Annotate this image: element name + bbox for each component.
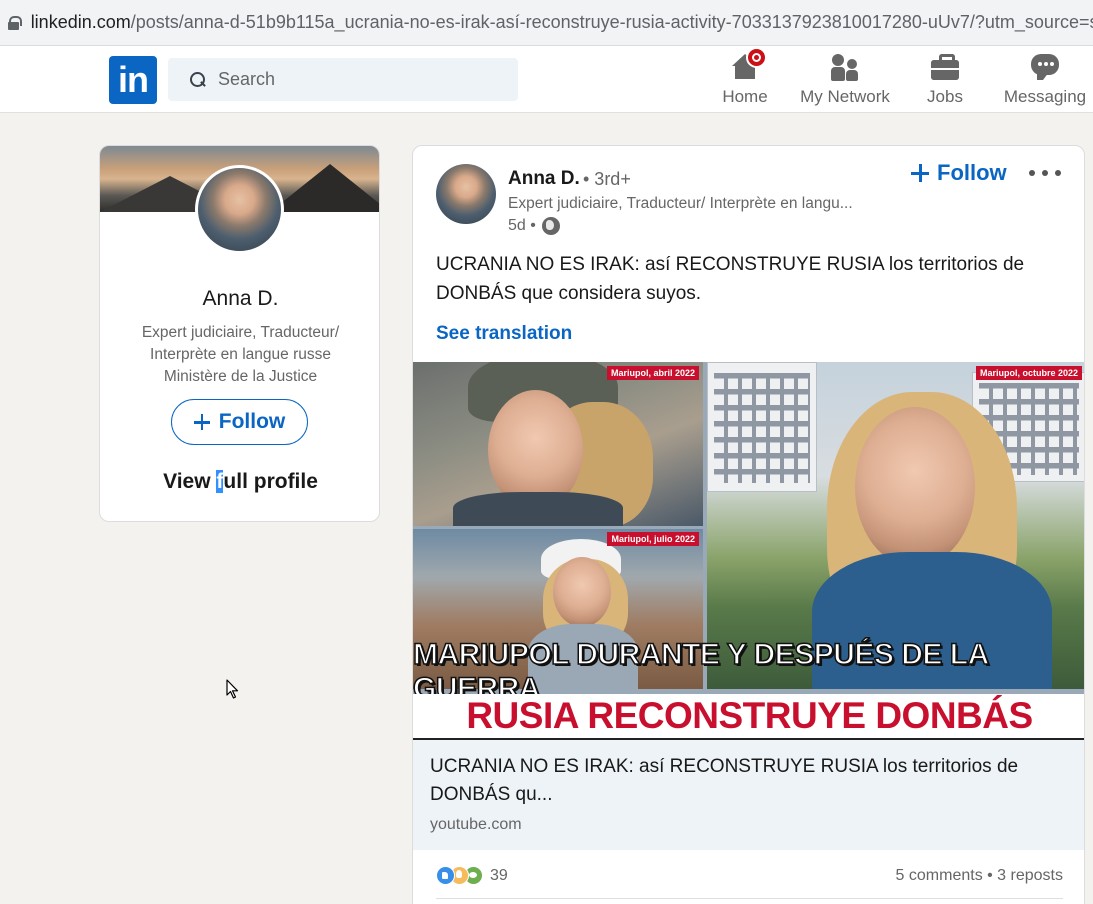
mouse-cursor-icon — [226, 679, 239, 699]
profile-card: Anna D. Expert judiciaire, Traducteur/ I… — [99, 145, 380, 522]
like-reaction-icon — [436, 866, 455, 885]
post-text: UCRANIA NO ES IRAK: así RECONSTRUYE RUSI… — [436, 254, 1025, 304]
profile-avatar[interactable] — [195, 165, 284, 254]
nav-item-my-network-label: My Network — [800, 87, 890, 106]
social-counts: 39 5 comments • 3 reposts — [413, 850, 1084, 900]
post-time-text: 5d • — [508, 217, 536, 234]
thumbnail-banner-bottom: RUSIA RECONSTRUYE DONBÁS — [413, 694, 1084, 738]
link-preview-title: UCRANIA NO ES IRAK: así RECONSTRUYE RUSI… — [430, 756, 1019, 805]
nav-item-my-network[interactable]: My Network — [795, 52, 895, 110]
url-text[interactable]: linkedin.com/posts/anna-d-51b9b115a_ucra… — [31, 12, 1093, 33]
profile-follow-label: Follow — [218, 410, 286, 433]
home-icon — [730, 47, 767, 82]
author-headline: Expert judiciaire, Traducteur/ Interprèt… — [508, 195, 853, 212]
video-thumbnail[interactable]: Mariupol, abril 2022 Mariupol, julio 202… — [413, 362, 1084, 740]
thumbnail-tag-april: Mariupol, abril 2022 — [606, 366, 699, 380]
post-card: Anna D. • 3rd+ Expert judiciaire, Traduc… — [412, 145, 1085, 904]
see-translation-link[interactable]: See translation — [436, 323, 572, 345]
thumbnail-tag-july: Mariupol, julio 2022 — [607, 532, 699, 546]
messaging-icon — [1030, 52, 1060, 82]
profile-headline: Expert judiciaire, Traducteur/ Interprèt… — [141, 324, 340, 385]
reactions-summary[interactable]: 39 — [436, 866, 508, 885]
linkedin-logo[interactable]: in — [109, 56, 157, 104]
search-bar[interactable] — [168, 58, 518, 101]
link-preview[interactable]: UCRANIA NO ES IRAK: así RECONSTRUYE RUSI… — [413, 740, 1084, 850]
profile-follow-button[interactable]: Follow — [171, 399, 308, 445]
thumbnail-banner-top: MARIUPOL DURANTE Y DESPUÉS DE LA GUERRA — [413, 637, 989, 706]
author-avatar[interactable] — [436, 164, 496, 224]
search-input[interactable] — [218, 69, 498, 90]
divider — [436, 898, 1063, 899]
browser-address-bar[interactable]: linkedin.com/posts/anna-d-51b9b115a_ucra… — [0, 0, 1093, 46]
post-timestamp: 5d • — [508, 217, 560, 235]
view-profile-text-b: ull profile — [223, 470, 318, 493]
notification-badge — [746, 47, 767, 68]
author-name[interactable]: Anna D. — [508, 168, 580, 190]
nav-item-home[interactable]: Home — [715, 47, 775, 110]
search-icon — [190, 71, 206, 88]
link-preview-source: youtube.com — [430, 816, 522, 833]
plus-icon — [911, 164, 929, 182]
post-follow-button[interactable]: Follow — [911, 160, 1007, 186]
nav-item-jobs[interactable]: Jobs — [915, 52, 975, 110]
network-icon — [830, 52, 860, 82]
view-full-profile-link[interactable]: View full profile — [100, 470, 379, 494]
thumbnail-photo-top-left: Mariupol, abril 2022 — [413, 362, 703, 526]
post-follow-label: Follow — [937, 160, 1007, 185]
comments-reposts-count[interactable]: 5 comments • 3 reposts — [896, 867, 1063, 885]
thumbnail-tag-october: Mariupol, octubre 2022 — [975, 366, 1082, 380]
url-path: /posts/anna-d-51b9b115a_ucrania-no-es-ir… — [130, 12, 1093, 32]
briefcase-icon — [930, 52, 960, 82]
view-profile-text-a: View — [163, 470, 217, 493]
connection-degree: • 3rd+ — [583, 169, 631, 189]
profile-name[interactable]: Anna D. — [100, 287, 379, 311]
nav-item-messaging[interactable]: Messaging — [1000, 52, 1090, 110]
plus-icon — [193, 414, 210, 430]
global-nav: in Home My Network Jobs Messaging — [0, 46, 1093, 113]
reaction-count: 39 — [490, 866, 508, 884]
url-domain: linkedin.com — [30, 12, 131, 32]
nav-item-messaging-label: Messaging — [1003, 87, 1087, 106]
nav-item-home-label: Home — [722, 87, 768, 106]
globe-icon — [541, 217, 560, 235]
nav-item-jobs-label: Jobs — [927, 87, 963, 106]
lock-icon — [8, 15, 22, 30]
more-options-icon[interactable] — [1029, 164, 1061, 182]
